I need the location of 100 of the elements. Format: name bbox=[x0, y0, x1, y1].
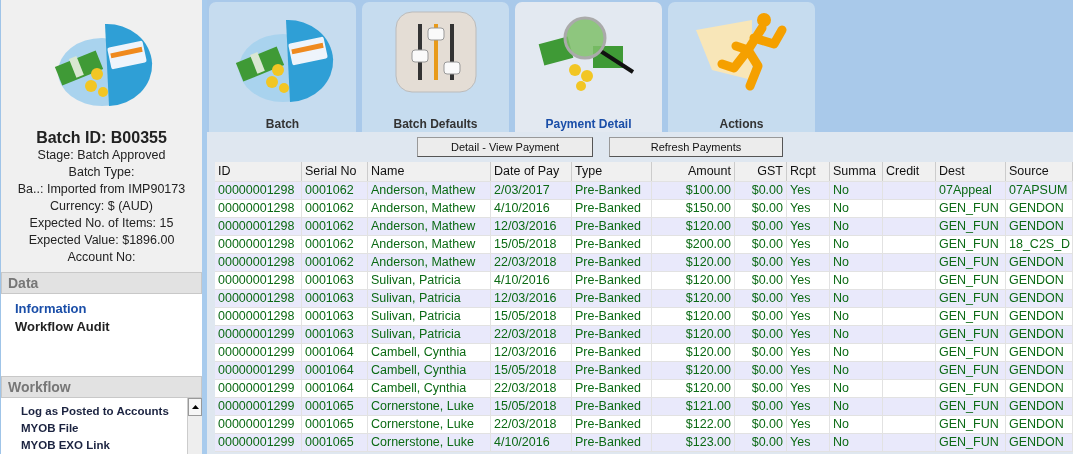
table-cell: No bbox=[830, 308, 883, 325]
table-cell: 0001064 bbox=[302, 362, 368, 379]
table-cell: 0001064 bbox=[302, 380, 368, 397]
column-header[interactable]: Type bbox=[572, 162, 652, 181]
table-cell: 4/10/2016 bbox=[491, 434, 572, 451]
section-header: Data bbox=[1, 272, 202, 294]
table-cell: GENDON bbox=[1006, 344, 1073, 361]
table-cell: Pre-Banked bbox=[572, 290, 652, 307]
table-cell: 0001064 bbox=[302, 344, 368, 361]
workflow-item[interactable]: MYOB File bbox=[21, 420, 187, 437]
table-cell: $0.00 bbox=[735, 326, 787, 343]
column-header[interactable]: Dest bbox=[936, 162, 1006, 181]
table-cell: 00000001298 bbox=[215, 200, 302, 217]
table-cell: GENDON bbox=[1006, 290, 1073, 307]
nav-link[interactable]: Workflow Audit bbox=[15, 318, 202, 336]
column-header[interactable]: Date of Pay bbox=[491, 162, 572, 181]
column-header[interactable]: Amount bbox=[652, 162, 735, 181]
table-cell: 00000001298 bbox=[215, 182, 302, 199]
table-cell: $120.00 bbox=[652, 308, 735, 325]
table-cell: $122.00 bbox=[652, 416, 735, 433]
table-cell: Yes bbox=[787, 362, 830, 379]
table-cell: GEN_FUN bbox=[936, 398, 1006, 415]
nav-link[interactable]: Information bbox=[15, 300, 202, 318]
table-cell: Yes bbox=[787, 344, 830, 361]
table-cell: Sulivan, Patricia bbox=[368, 308, 491, 325]
table-cell: 0001062 bbox=[302, 200, 368, 217]
table-cell: Pre-Banked bbox=[572, 398, 652, 415]
table-cell: $150.00 bbox=[652, 200, 735, 217]
toolbar-button[interactable]: Detail - View Payment bbox=[417, 137, 593, 157]
table-cell: $0.00 bbox=[735, 254, 787, 271]
table-cell: GENDON bbox=[1006, 272, 1073, 289]
column-header[interactable]: ID bbox=[215, 162, 302, 181]
table-cell: No bbox=[830, 290, 883, 307]
column-header[interactable]: Serial No bbox=[302, 162, 368, 181]
table-cell: 22/03/2018 bbox=[491, 416, 572, 433]
table-cell: 0001063 bbox=[302, 326, 368, 343]
table-cell: GEN_FUN bbox=[936, 380, 1006, 397]
table-cell: Sulivan, Patricia bbox=[368, 272, 491, 289]
table-cell: 00000001299 bbox=[215, 344, 302, 361]
table-cell: $200.00 bbox=[652, 236, 735, 253]
table-cell: $120.00 bbox=[652, 272, 735, 289]
table-cell: $0.00 bbox=[735, 434, 787, 451]
scroll-up-icon[interactable] bbox=[188, 398, 202, 416]
table-cell: $0.00 bbox=[735, 308, 787, 325]
table-cell: $100.00 bbox=[652, 182, 735, 199]
column-header[interactable]: Summa bbox=[830, 162, 883, 181]
table-cell: $0.00 bbox=[735, 398, 787, 415]
table-cell: Anderson, Mathew bbox=[368, 254, 491, 271]
table-cell: GEN_FUN bbox=[936, 416, 1006, 433]
table-cell: No bbox=[830, 182, 883, 199]
table-cell: GENDON bbox=[1006, 398, 1073, 415]
column-header[interactable]: Credit bbox=[883, 162, 936, 181]
table-cell: $0.00 bbox=[735, 362, 787, 379]
table-cell: 4/10/2016 bbox=[491, 200, 572, 217]
table-cell: GEN_FUN bbox=[936, 362, 1006, 379]
table-cell: 00000001299 bbox=[215, 380, 302, 397]
table-cell: Yes bbox=[787, 236, 830, 253]
table-cell: GEN_FUN bbox=[936, 308, 1006, 325]
table-cell: No bbox=[830, 344, 883, 361]
table-cell: $120.00 bbox=[652, 218, 735, 235]
table-cell: Yes bbox=[787, 182, 830, 199]
column-header[interactable]: Name bbox=[368, 162, 491, 181]
scrollbar[interactable] bbox=[187, 398, 202, 454]
column-header[interactable]: GST bbox=[735, 162, 787, 181]
table-cell: 00000001299 bbox=[215, 398, 302, 415]
workflow-item[interactable]: MYOB EXO Link bbox=[21, 437, 187, 454]
batch-id-title: Batch ID: B00355 bbox=[36, 128, 167, 147]
table-cell: 0001065 bbox=[302, 398, 368, 415]
tab[interactable]: Actions bbox=[668, 2, 815, 132]
table-cell: $0.00 bbox=[735, 272, 787, 289]
table-cell: 18_C2S_D bbox=[1006, 236, 1073, 253]
table-cell: No bbox=[830, 218, 883, 235]
table-cell: 15/05/2018 bbox=[491, 308, 572, 325]
toolbar-button[interactable]: Refresh Payments bbox=[609, 137, 783, 157]
table-cell: Yes bbox=[787, 416, 830, 433]
table-cell: 22/03/2018 bbox=[491, 380, 572, 397]
tab[interactable]: Batch Defaults bbox=[362, 2, 509, 132]
table-cell: Cambell, Cynthia bbox=[368, 362, 491, 379]
table-cell: 00000001298 bbox=[215, 308, 302, 325]
table-cell: Yes bbox=[787, 200, 830, 217]
table-cell: 00000001298 bbox=[215, 272, 302, 289]
table-cell: No bbox=[830, 326, 883, 343]
table-cell: Pre-Banked bbox=[572, 362, 652, 379]
tab[interactable]: Batch bbox=[209, 2, 356, 132]
table-cell: Yes bbox=[787, 254, 830, 271]
table-cell: 00000001298 bbox=[215, 290, 302, 307]
table-cell: $120.00 bbox=[652, 254, 735, 271]
column-header[interactable]: Rcpt bbox=[787, 162, 830, 181]
table-cell: 00000001298 bbox=[215, 218, 302, 235]
column-header[interactable]: Source bbox=[1006, 162, 1073, 181]
sliders-icon bbox=[393, 10, 478, 94]
table-cell: $0.00 bbox=[735, 380, 787, 397]
table-cell: No bbox=[830, 416, 883, 433]
table-cell: 4/10/2016 bbox=[491, 272, 572, 289]
table-cell: GENDON bbox=[1006, 416, 1073, 433]
table-cell: Yes bbox=[787, 326, 830, 343]
tab[interactable]: Payment Detail bbox=[515, 2, 662, 132]
workflow-item[interactable]: Log as Posted to Accounts bbox=[21, 403, 187, 420]
table-cell: 0001065 bbox=[302, 434, 368, 451]
table-cell: Yes bbox=[787, 308, 830, 325]
